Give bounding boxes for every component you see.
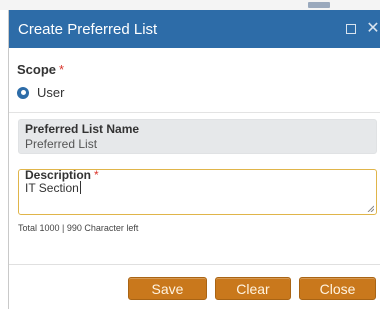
close-icon[interactable]: ✕ [365, 21, 380, 37]
required-mark: * [59, 62, 65, 77]
preferred-list-name-label: Preferred List Name [25, 122, 140, 136]
background-tab [308, 2, 330, 8]
resize-grip-icon[interactable] [367, 205, 374, 212]
scope-section: Scope * User [9, 48, 380, 113]
description-label: Description * [25, 168, 99, 182]
preferred-list-name-field: Preferred List Name Preferred List [18, 119, 377, 154]
required-mark: * [94, 168, 99, 182]
dialog-title: Create Preferred List [18, 20, 158, 38]
scope-option-label: User [37, 85, 65, 100]
maximize-icon[interactable] [343, 21, 359, 37]
background-strip [0, 0, 380, 10]
description-input[interactable]: IT Section [25, 181, 81, 195]
preferred-list-name-value: Preferred List [25, 137, 98, 151]
scope-label: Scope * [17, 62, 65, 77]
close-button[interactable]: Close [299, 277, 376, 300]
text-caret [79, 181, 81, 194]
radio-selected-icon[interactable] [17, 86, 29, 99]
dialog-footer: Save Clear Close [9, 264, 380, 310]
character-counter: Total 1000 | 990 Character left [18, 223, 139, 233]
dialog-title-bar[interactable]: Create Preferred List ✕ [9, 10, 380, 48]
clear-button[interactable]: Clear [215, 277, 291, 300]
create-preferred-list-dialog: Create Preferred List ✕ Scope * User Pref… [8, 10, 380, 309]
scope-option-user[interactable]: User [17, 85, 380, 100]
save-button[interactable]: Save [128, 277, 207, 300]
description-field[interactable]: Description * IT Section [18, 168, 377, 215]
